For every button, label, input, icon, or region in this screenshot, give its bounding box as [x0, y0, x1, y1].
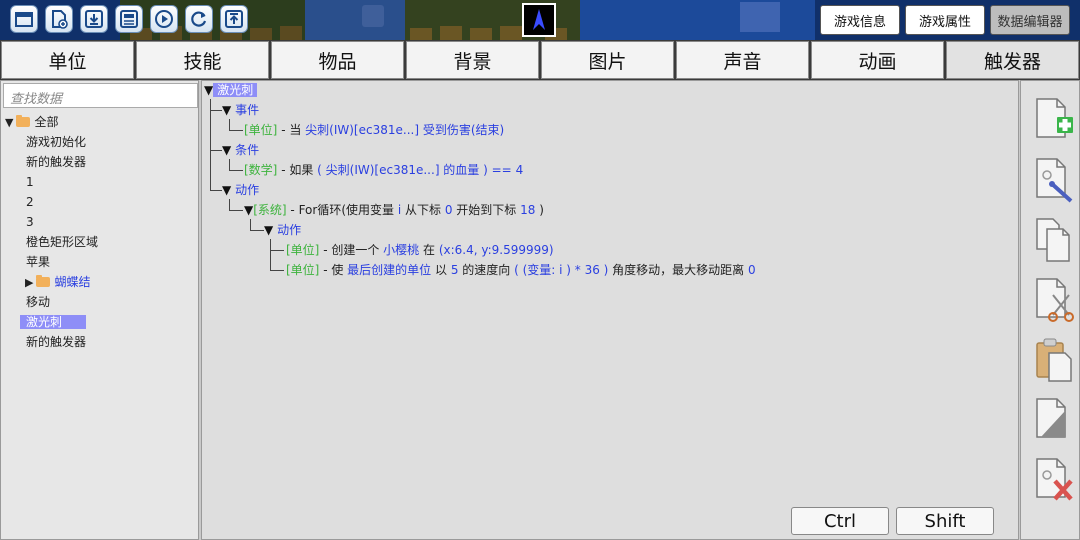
trigger-name: 激光刺: [213, 83, 258, 97]
loop-action-row[interactable]: ▼[系统] - For循环(使用变量 i 从下标 0 开始到下标 18 ): [244, 201, 544, 219]
list-item-root[interactable]: ▼ 全部: [1, 112, 199, 132]
move-unit-param[interactable]: 最后创建的单位: [347, 263, 431, 277]
ctrl-key-button[interactable]: Ctrl: [791, 507, 889, 535]
list-item-label: 全部: [34, 115, 59, 129]
edit-doc-icon[interactable]: [1033, 155, 1075, 205]
save-icon: [120, 10, 138, 28]
blank-doc-icon[interactable]: [1033, 395, 1075, 445]
tree-line: [270, 250, 284, 251]
list-item[interactable]: 新的触发器: [1, 332, 199, 352]
event-subject-param[interactable]: 尖刺(IW)[ec381e...]: [305, 123, 419, 137]
tab-sounds[interactable]: 声音: [676, 41, 809, 79]
event-row[interactable]: [单位] - 当 尖刺(IW)[ec381e...] 受到伤害(结束): [244, 121, 504, 139]
tree-line: [210, 99, 211, 191]
expand-triangle-icon[interactable]: ▼: [222, 183, 231, 197]
category-tabs: 单位 技能 物品 背景 图片 声音 动画 触发器: [0, 40, 1080, 80]
delete-doc-icon[interactable]: [1033, 455, 1075, 505]
move-angle-param[interactable]: ( (变量: i ) * 36 ): [514, 263, 608, 277]
expand-triangle-icon[interactable]: ▼: [5, 116, 13, 129]
tree-line: [229, 130, 243, 131]
expand-triangle-icon[interactable]: ▼: [222, 143, 231, 157]
condition-expr-param[interactable]: ( 尖刺(IW)[ec381e...] 的血量 ): [317, 163, 488, 177]
game-properties-button[interactable]: 游戏属性: [905, 5, 985, 35]
actions-header-row[interactable]: ▼ 动作: [222, 181, 259, 199]
search-input[interactable]: 查找数据: [3, 83, 198, 108]
play-icon: [155, 10, 173, 28]
tab-backgrounds[interactable]: 背景: [406, 41, 539, 79]
refresh-button[interactable]: [185, 5, 213, 33]
tab-skills[interactable]: 技能: [136, 41, 269, 79]
move-unit-row[interactable]: [单位] - 使 最后创建的单位 以 5 的速度向 ( (变量: i ) * 3…: [286, 261, 756, 279]
upload-button[interactable]: [220, 5, 248, 33]
create-unit-param[interactable]: 小樱桃: [383, 243, 419, 257]
trigger-editor-panel: ▼ 激光刺 ▼ 事件 [单位] - 当 尖刺(IW)[ec381e...] 受到伤…: [201, 80, 1019, 540]
tree-root-row[interactable]: ▼ 激光刺: [204, 81, 258, 99]
tab-units[interactable]: 单位: [1, 41, 134, 79]
list-item[interactable]: 新的触发器: [1, 152, 199, 172]
open-button[interactable]: [10, 5, 38, 33]
loop-to-param[interactable]: 18: [520, 203, 535, 217]
sub-actions-header-row[interactable]: ▼ 动作: [264, 221, 301, 239]
trigger-list: ▼ 全部 游戏初始化 新的触发器 1 2 3 橙色矩形区域 苹果 ▶ 蝴蝶结 移动 …: [1, 112, 199, 352]
tree-line: [229, 170, 243, 171]
tree-line: [210, 190, 222, 191]
list-item[interactable]: 橙色矩形区域: [1, 232, 199, 252]
tree-line: [210, 150, 222, 151]
top-bar: 游戏信息 游戏属性 数据编辑器: [0, 0, 1080, 40]
trigger-list-panel: 查找数据 ▼ 全部 游戏初始化 新的触发器 1 2 3 橙色矩形区域 苹果 ▶ 蝴蝶…: [0, 80, 199, 540]
expand-triangle-icon[interactable]: ▼: [244, 203, 253, 217]
folder-open-icon: [15, 12, 33, 27]
refresh-icon: [191, 11, 207, 27]
create-position-param[interactable]: (x:6.4, y:9.599999): [439, 243, 554, 257]
tree-line: [229, 210, 243, 211]
tree-line: [210, 110, 222, 111]
folder-icon: [16, 114, 31, 127]
expand-triangle-icon[interactable]: ▼: [204, 83, 213, 97]
condition-operator-param[interactable]: ==: [488, 163, 516, 177]
paste-doc-icon[interactable]: [1033, 335, 1075, 385]
cut-doc-icon[interactable]: [1033, 275, 1075, 325]
download-button[interactable]: [80, 5, 108, 33]
data-editor-button[interactable]: 数据编辑器: [990, 5, 1070, 35]
new-file-icon: [52, 10, 68, 29]
move-distance-param[interactable]: 0: [748, 263, 756, 277]
shift-key-button[interactable]: Shift: [896, 507, 994, 535]
expand-triangle-icon[interactable]: ▼: [264, 223, 273, 237]
tree-line: [250, 230, 264, 231]
play-button[interactable]: [150, 5, 178, 33]
list-item[interactable]: 1: [1, 172, 199, 192]
condition-row[interactable]: [数学] - 如果 ( 尖刺(IW)[ec381e...] 的血量 ) == 4: [244, 161, 523, 179]
download-icon: [85, 10, 103, 28]
list-item[interactable]: 苹果: [1, 252, 199, 272]
add-doc-icon[interactable]: [1033, 95, 1075, 145]
list-item[interactable]: 游戏初始化: [1, 132, 199, 152]
list-item[interactable]: 3: [1, 212, 199, 232]
tree-line: [270, 239, 271, 271]
events-header-row[interactable]: ▼ 事件: [222, 101, 259, 119]
folder-icon: [36, 274, 51, 287]
list-item-folder[interactable]: ▶ 蝴蝶结: [1, 272, 199, 292]
condition-value-param[interactable]: 4: [516, 163, 524, 177]
list-item[interactable]: 移动: [1, 292, 199, 312]
game-info-button[interactable]: 游戏信息: [820, 5, 900, 35]
tab-items[interactable]: 物品: [271, 41, 404, 79]
save-button[interactable]: [115, 5, 143, 33]
new-file-button[interactable]: [45, 5, 73, 33]
tree-line: [270, 270, 284, 271]
tab-images[interactable]: 图片: [541, 41, 674, 79]
upload-icon: [225, 10, 243, 28]
event-action-param[interactable]: 受到伤害(结束): [423, 123, 504, 137]
copy-doc-icon[interactable]: [1033, 215, 1075, 265]
tab-triggers[interactable]: 触发器: [946, 41, 1079, 79]
collapsed-triangle-icon[interactable]: ▶: [25, 276, 33, 289]
tab-animations[interactable]: 动画: [811, 41, 944, 79]
create-unit-row[interactable]: [单位] - 创建一个 小樱桃 在 (x:6.4, y:9.599999): [286, 241, 554, 259]
document-toolbar: [1020, 80, 1080, 540]
list-item-selected[interactable]: 激光刺: [1, 312, 199, 332]
list-item[interactable]: 2: [1, 192, 199, 212]
expand-triangle-icon[interactable]: ▼: [222, 103, 231, 117]
conditions-header-row[interactable]: ▼ 条件: [222, 141, 259, 159]
